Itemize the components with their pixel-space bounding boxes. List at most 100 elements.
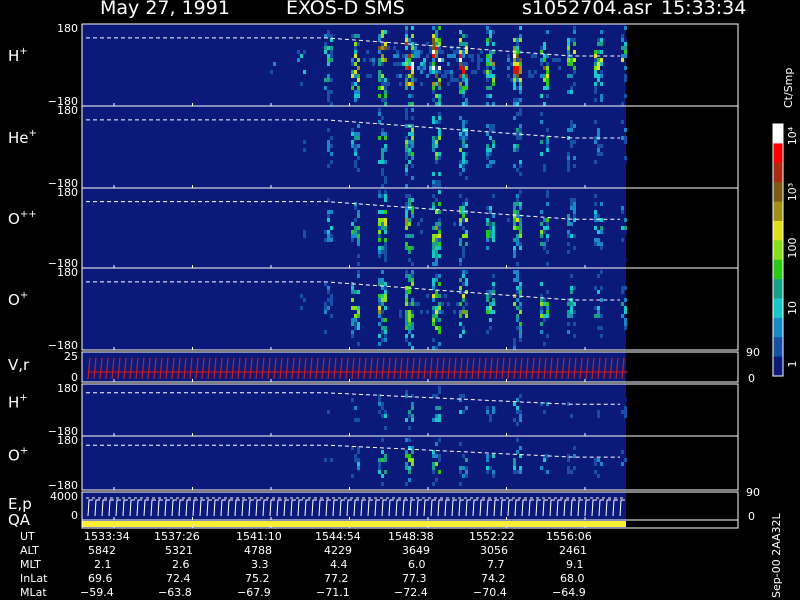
spectrogram-cell (546, 218, 549, 222)
spectrogram-cell (597, 290, 600, 294)
spectrogram-cell (330, 326, 333, 330)
spectrogram-cell (435, 70, 438, 74)
spectrogram-cell (492, 38, 495, 42)
panel-oplus: O+180−180 (8, 266, 739, 352)
spectrogram-cell (381, 86, 384, 90)
spectrogram-cell (324, 136, 327, 140)
spectrogram-cell (408, 94, 411, 98)
spectrogram-cell (270, 74, 273, 78)
spectrogram-cell (351, 298, 354, 302)
spectrogram-cell (381, 438, 384, 442)
spectrogram-cell (408, 326, 411, 330)
spectrogram-cell (351, 132, 354, 136)
spectrogram-cell (597, 258, 600, 262)
spectrogram-cell (384, 326, 387, 330)
spectrogram-cell (492, 310, 495, 314)
spectrogram-cell (459, 422, 462, 426)
spectrogram-cell (420, 74, 423, 78)
spectrogram-cell (597, 128, 600, 132)
spectrogram-cell (489, 466, 492, 470)
spectrogram-cell (513, 270, 516, 274)
spectrogram-cell (462, 90, 465, 94)
spectrogram-cell (516, 238, 519, 242)
spectrogram-cell (546, 144, 549, 148)
spectrogram-cell (543, 298, 546, 302)
y-tick-top: 180 (57, 22, 78, 35)
panel-oplus2: O+180−180 (8, 434, 739, 492)
spectrogram-cell (438, 172, 441, 176)
spectrogram-cell (570, 172, 573, 176)
spectrogram-cell (516, 26, 519, 30)
spectrogram-cell (444, 70, 447, 74)
panel-label: He+ (8, 128, 37, 147)
spectrogram-cell (438, 26, 441, 30)
spectrogram-cell (516, 290, 519, 294)
spectrogram-cell (408, 30, 411, 34)
spectrogram-cell (621, 42, 624, 46)
spectrogram-cell (519, 322, 522, 326)
spectrogram-cell (516, 148, 519, 152)
spectrogram-cell (600, 74, 603, 78)
spectrogram-cell (393, 54, 396, 58)
spectrogram-cell (330, 160, 333, 164)
spectrogram-cell (573, 446, 576, 450)
spectrogram-cell (378, 194, 381, 198)
spectrogram-cell (384, 58, 387, 62)
spectrogram-cell (489, 46, 492, 50)
panel-label: H+ (8, 46, 28, 65)
spectrogram-cell (489, 306, 492, 310)
spectrogram-cell (384, 226, 387, 230)
spectrogram-cell (486, 238, 489, 242)
spectrogram-cell (486, 112, 489, 116)
spectrogram-cell (435, 38, 438, 42)
spectrogram-cell (543, 42, 546, 46)
spectrogram-cell (459, 38, 462, 42)
spectrogram-cell (384, 286, 387, 290)
spectrogram-cell (462, 326, 465, 330)
spectrogram-cell (414, 222, 417, 226)
spectrogram-cell (573, 246, 576, 250)
spectrogram-cell (519, 54, 522, 58)
colorbar-tick-label: 100 (786, 238, 799, 259)
spectrogram-cell (432, 402, 435, 406)
spectrogram-cell (546, 254, 549, 258)
spectrogram-cell (486, 458, 489, 462)
spectrogram-cell (513, 302, 516, 306)
spectrogram-cell (546, 234, 549, 238)
spectrogram-cell (354, 148, 357, 152)
spectrogram-cell (438, 112, 441, 116)
spectrogram-cell (381, 330, 384, 334)
spectrogram-cell (357, 66, 360, 70)
spectrogram-cell (459, 152, 462, 156)
spectrogram-cell (330, 298, 333, 302)
spectrogram-cell (624, 46, 627, 50)
spectrogram-cell (459, 466, 462, 470)
spectrogram-cell (465, 314, 468, 318)
spectrogram-cell (432, 418, 435, 422)
spectrogram-cell (381, 250, 384, 254)
spectrogram-cell (465, 202, 468, 206)
spectrogram-cell (354, 454, 357, 458)
spectrogram-cell (573, 58, 576, 62)
spectrogram-cell (519, 394, 522, 398)
spectrogram-cell (486, 338, 489, 342)
spectrogram-cell (351, 70, 354, 74)
spectrogram-cell (465, 206, 468, 210)
spectrogram-cell (465, 78, 468, 82)
spectrogram-cell (384, 454, 387, 458)
spectrogram-cell (381, 128, 384, 132)
spectrogram-cell (597, 306, 600, 310)
spectrogram-cell (423, 74, 426, 78)
spectrogram-cell (426, 294, 429, 298)
spectrogram-cell (573, 302, 576, 306)
spectrogram-cell (573, 140, 576, 144)
spectrogram-cell (438, 254, 441, 258)
spectrogram-cell (417, 50, 420, 54)
spectrogram-cell (435, 102, 438, 106)
spectrogram-cell (519, 246, 522, 250)
spectrogram-cell (546, 402, 549, 406)
spectrogram-cell (513, 54, 516, 58)
spectrogram-cell (540, 314, 543, 318)
footer-cell: 1552:22 (469, 530, 515, 543)
spectrogram-cell (558, 58, 561, 62)
